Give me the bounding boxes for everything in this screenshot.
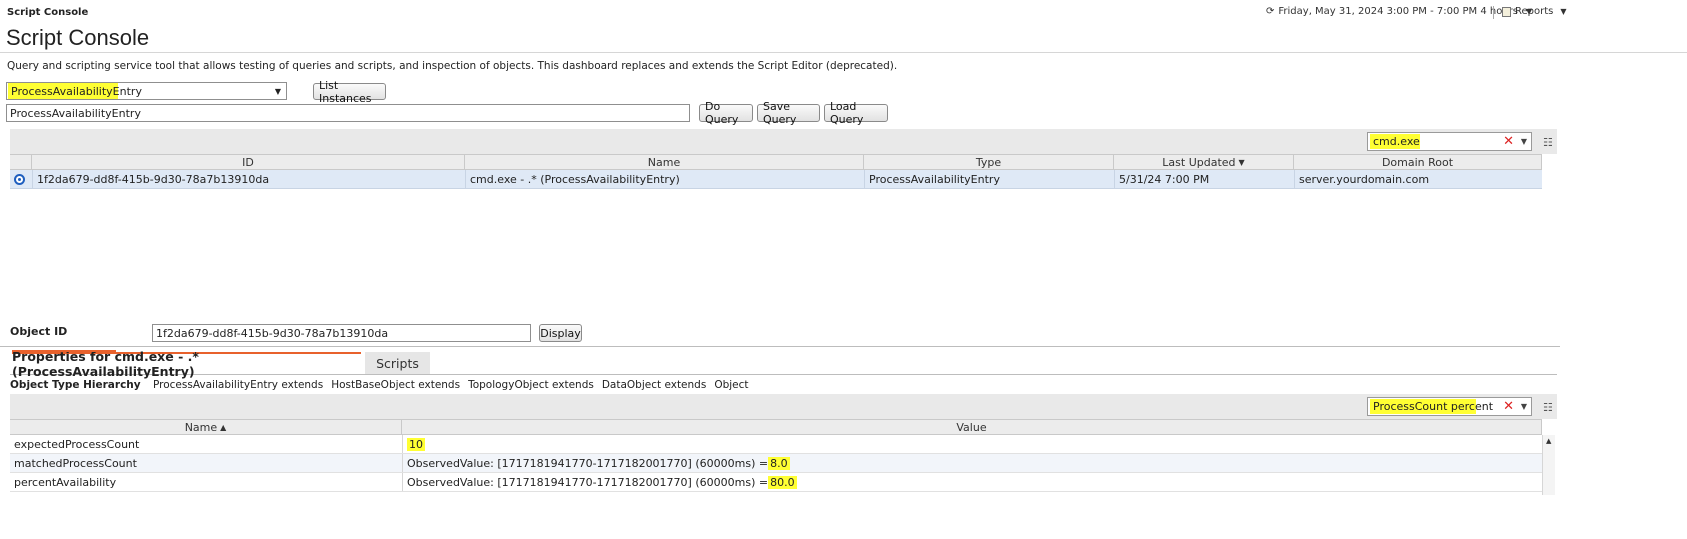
cell-domain-root: server.yourdomain.com (1294, 170, 1542, 188)
column-chooser-icon[interactable]: ☷ (1543, 136, 1553, 149)
save-query-button[interactable]: Save Query (757, 100, 820, 126)
clock-range-icon: ⟳ (1266, 6, 1275, 17)
scroll-up-icon[interactable]: ▲ (1546, 437, 1551, 445)
column-header-last-updated-label: Last Updated (1162, 155, 1236, 169)
value-prefix: ObservedValue: [1717181941770-1717182001… (407, 456, 769, 470)
column-chooser-icon[interactable]: ☷ (1543, 401, 1553, 414)
column-header-prop-name[interactable]: Name ▲ (10, 419, 402, 435)
column-header-id[interactable]: ID (32, 154, 465, 170)
hierarchy-label: Object Type Hierarchy (10, 379, 141, 391)
column-header-last-updated[interactable]: Last Updated ▼ (1114, 154, 1294, 170)
instances-select-column-header (10, 154, 32, 170)
column-header-name[interactable]: Name (465, 154, 864, 170)
instances-grid-toolbar (10, 129, 1557, 154)
sort-desc-icon: ▼ (1238, 157, 1245, 167)
table-row[interactable]: expectedProcessCount 10 (10, 435, 1542, 454)
reports-menu[interactable]: Reports ▼ (1502, 6, 1567, 17)
report-icon (1502, 6, 1511, 17)
value-highlight: 80.0 (768, 475, 797, 489)
cell-id: 1f2da679-dd8f-415b-9d30-78a7b13910da (32, 170, 465, 188)
tab-accent-bar (12, 350, 116, 352)
table-row[interactable]: 1f2da679-dd8f-415b-9d30-78a7b13910da cmd… (10, 170, 1542, 189)
value-highlight: 8.0 (768, 456, 790, 470)
properties-filter-value: ProcessCount percent (1370, 399, 1493, 414)
column-header-domain-root[interactable]: Domain Root (1294, 154, 1542, 170)
row-selected-radio-icon[interactable] (14, 174, 25, 185)
cell-prop-name: percentAvailability (14, 475, 117, 489)
tab-scripts[interactable]: Scripts (365, 352, 430, 374)
cell-prop-value: ObservedValue: [1717181941770-1717182001… (402, 473, 1542, 491)
cell-last-updated: 5/31/24 7:00 PM (1114, 170, 1294, 188)
hierarchy-list: ProcessAvailabilityEntry extends HostBas… (153, 379, 749, 391)
cell-prop-value: ObservedValue: [1717181941770-1717182001… (402, 454, 1542, 472)
value-prefix: ObservedValue: [1717181941770-1717182001… (407, 475, 769, 489)
load-query-button[interactable]: Load Query (824, 100, 888, 126)
header-divider (1493, 6, 1494, 19)
hierarchy-item[interactable]: DataObject extends (602, 379, 706, 391)
app-title: Script Console (7, 7, 89, 18)
chevron-down-icon[interactable]: ▼ (1521, 402, 1527, 411)
tab-scripts-label: Scripts (376, 355, 419, 371)
column-header-prop-value[interactable]: Value (402, 419, 1542, 435)
table-row[interactable]: percentAvailability ObservedValue: [1717… (10, 473, 1542, 492)
value-highlight: 10 (407, 437, 425, 451)
cell-prop-name: expectedProcessCount (14, 437, 140, 451)
section-divider (0, 346, 1560, 347)
column-header-type[interactable]: Type (864, 154, 1114, 170)
do-query-button[interactable]: Do Query (699, 100, 753, 126)
hierarchy-item[interactable]: HostBaseObject extends (331, 379, 460, 391)
table-row[interactable]: matchedProcessCount ObservedValue: [1717… (10, 454, 1542, 473)
hierarchy-item[interactable]: TopologyObject extends (468, 379, 594, 391)
instances-filter-value: cmd.exe (1370, 134, 1420, 149)
chevron-down-icon: ▼ (1560, 7, 1567, 16)
cell-prop-value: 10 (402, 435, 1542, 453)
properties-grid-toolbar (10, 394, 1557, 419)
query-input[interactable]: ProcessAvailabilityEntry (6, 104, 690, 122)
instances-filter-box[interactable]: cmd.exe ✕ ▼ (1367, 132, 1532, 151)
page-description: Query and scripting service tool that al… (7, 60, 898, 72)
properties-scrollbar[interactable]: ▲ (1542, 435, 1555, 495)
cell-name: cmd.exe - .* (ProcessAvailabilityEntry) (465, 170, 864, 188)
page-title: Script Console (6, 25, 150, 50)
tab-properties[interactable]: Properties for cmd.exe - .* (ProcessAvai… (12, 349, 361, 379)
chevron-down-icon[interactable]: ▼ (1521, 137, 1527, 146)
cell-prop-name: matchedProcessCount (14, 456, 137, 470)
object-type-select[interactable]: ProcessAvailabilityEntry ▼ (6, 82, 287, 100)
properties-filter-box[interactable]: ProcessCount percent ✕ ▼ (1367, 397, 1532, 416)
reports-label: Reports (1515, 6, 1554, 17)
object-id-input[interactable]: 1f2da679-dd8f-415b-9d30-78a7b13910da (152, 324, 531, 342)
sort-asc-icon: ▲ (220, 422, 227, 432)
time-range-label: Friday, May 31, 2024 3:00 PM - 7:00 PM 4… (1278, 6, 1519, 17)
clear-filter-icon[interactable]: ✕ (1503, 399, 1514, 414)
cell-type: ProcessAvailabilityEntry (864, 170, 1114, 188)
title-divider (0, 52, 1687, 53)
list-instances-button[interactable]: List Instances (313, 79, 386, 105)
chevron-down-icon: ▼ (274, 86, 281, 96)
hierarchy-item[interactable]: Object (714, 379, 748, 391)
object-type-value: ProcessAvailabilityEntry (8, 83, 142, 99)
tab-properties-label: Properties for cmd.exe - .* (ProcessAvai… (12, 349, 199, 379)
object-id-label: Object ID (10, 325, 68, 338)
hierarchy-item[interactable]: ProcessAvailabilityEntry extends (153, 379, 323, 391)
clear-filter-icon[interactable]: ✕ (1503, 134, 1514, 149)
display-button[interactable]: Display (539, 324, 582, 342)
column-header-prop-name-label: Name (184, 420, 218, 434)
